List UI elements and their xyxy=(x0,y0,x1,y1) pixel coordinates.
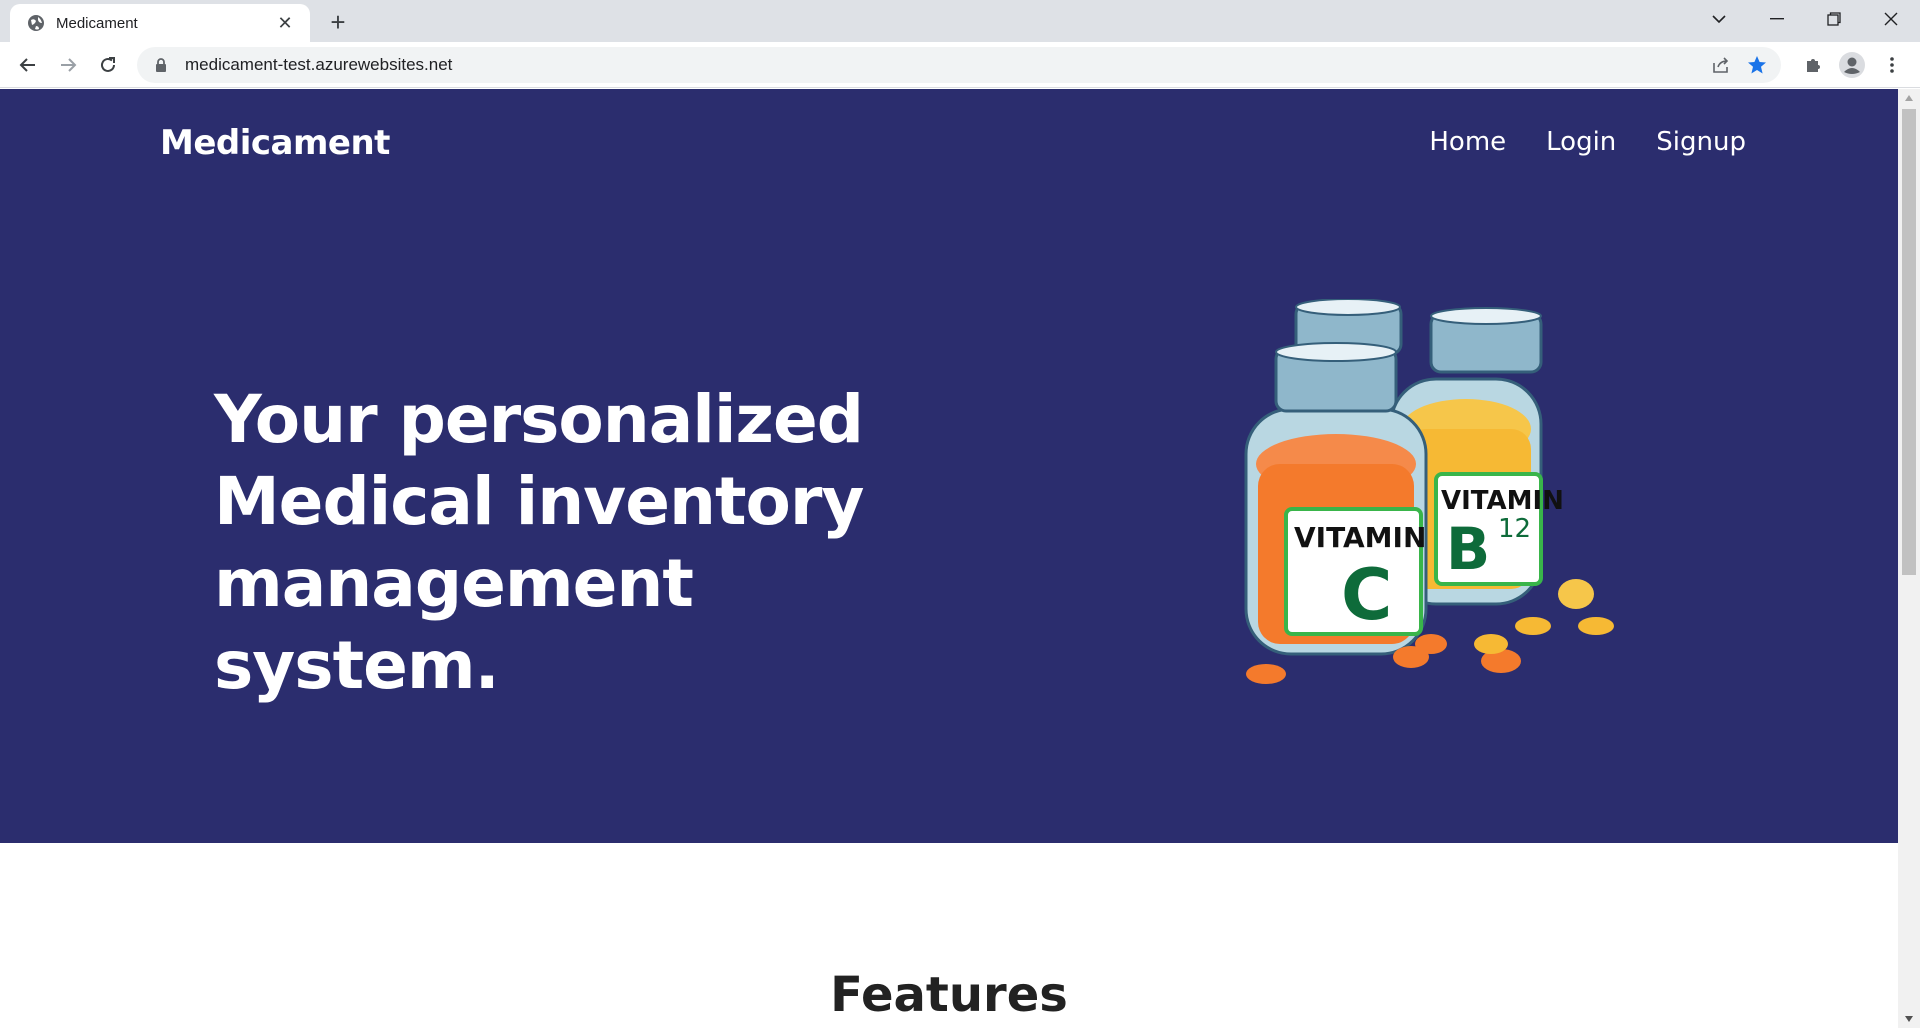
hero-headline: Your personalized Medical inventory mana… xyxy=(214,379,974,707)
new-tab-button[interactable]: + xyxy=(324,7,352,37)
c-label-top: VITAMIN xyxy=(1294,521,1426,554)
share-icon[interactable] xyxy=(1705,47,1737,83)
site-nav: Home Login Signup xyxy=(1429,127,1746,157)
bookmark-star-icon[interactable] xyxy=(1741,47,1773,83)
tab-title: Medicament xyxy=(56,14,138,32)
close-window-icon[interactable] xyxy=(1862,0,1920,38)
b12-label-letter: B xyxy=(1446,515,1490,583)
vitamin-bottles-illustration: VITAMIN B 12 VITAMIN C xyxy=(1244,299,1614,684)
restore-icon[interactable] xyxy=(1805,0,1863,38)
headline-line: Medical inventory xyxy=(214,463,864,540)
profile-avatar-icon[interactable] xyxy=(1836,49,1868,81)
b12-label-top: VITAMIN xyxy=(1441,486,1564,516)
b12-label-sup: 12 xyxy=(1498,514,1531,544)
scroll-down-arrow-icon[interactable] xyxy=(1898,1010,1920,1028)
kebab-menu-icon[interactable] xyxy=(1876,49,1908,81)
address-url[interactable]: medicament-test.azurewebsites.net xyxy=(185,55,452,75)
browser-tab-strip: Medicament ✕ + xyxy=(0,0,1920,42)
forward-arrow-icon[interactable] xyxy=(52,49,84,81)
scrollbar-thumb[interactable] xyxy=(1902,109,1916,575)
globe-icon xyxy=(26,13,46,33)
extensions-puzzle-icon[interactable] xyxy=(1797,49,1829,81)
reload-icon[interactable] xyxy=(92,49,124,81)
c-label-letter: C xyxy=(1341,554,1392,636)
nav-link-signup[interactable]: Signup xyxy=(1656,127,1746,157)
page-scrollbar[interactable] xyxy=(1898,89,1920,1028)
web-page: Medicament Home Login Signup Your person… xyxy=(0,89,1898,1028)
headline-line: Your personalized xyxy=(214,381,864,458)
browser-toolbar: medicament-test.azurewebsites.net xyxy=(0,42,1920,88)
site-brand[interactable]: Medicament xyxy=(160,123,390,163)
features-heading: Features xyxy=(830,967,1068,1023)
lock-icon[interactable] xyxy=(153,57,169,73)
headline-line: management system. xyxy=(214,545,694,704)
back-arrow-icon[interactable] xyxy=(12,49,44,81)
nav-link-home[interactable]: Home xyxy=(1429,127,1506,157)
vitamin-c-bottle: VITAMIN C xyxy=(1244,342,1428,656)
tab-search-chevron-icon[interactable] xyxy=(1690,0,1748,38)
hero-section: Medicament Home Login Signup Your person… xyxy=(0,89,1898,843)
tab-close-icon[interactable]: ✕ xyxy=(274,12,296,34)
browser-tab-active[interactable]: Medicament ✕ xyxy=(10,4,310,42)
scroll-up-arrow-icon[interactable] xyxy=(1898,89,1920,107)
minimize-icon[interactable] xyxy=(1748,0,1806,38)
nav-link-login[interactable]: Login xyxy=(1546,127,1616,157)
address-bar[interactable]: medicament-test.azurewebsites.net xyxy=(137,47,1781,83)
